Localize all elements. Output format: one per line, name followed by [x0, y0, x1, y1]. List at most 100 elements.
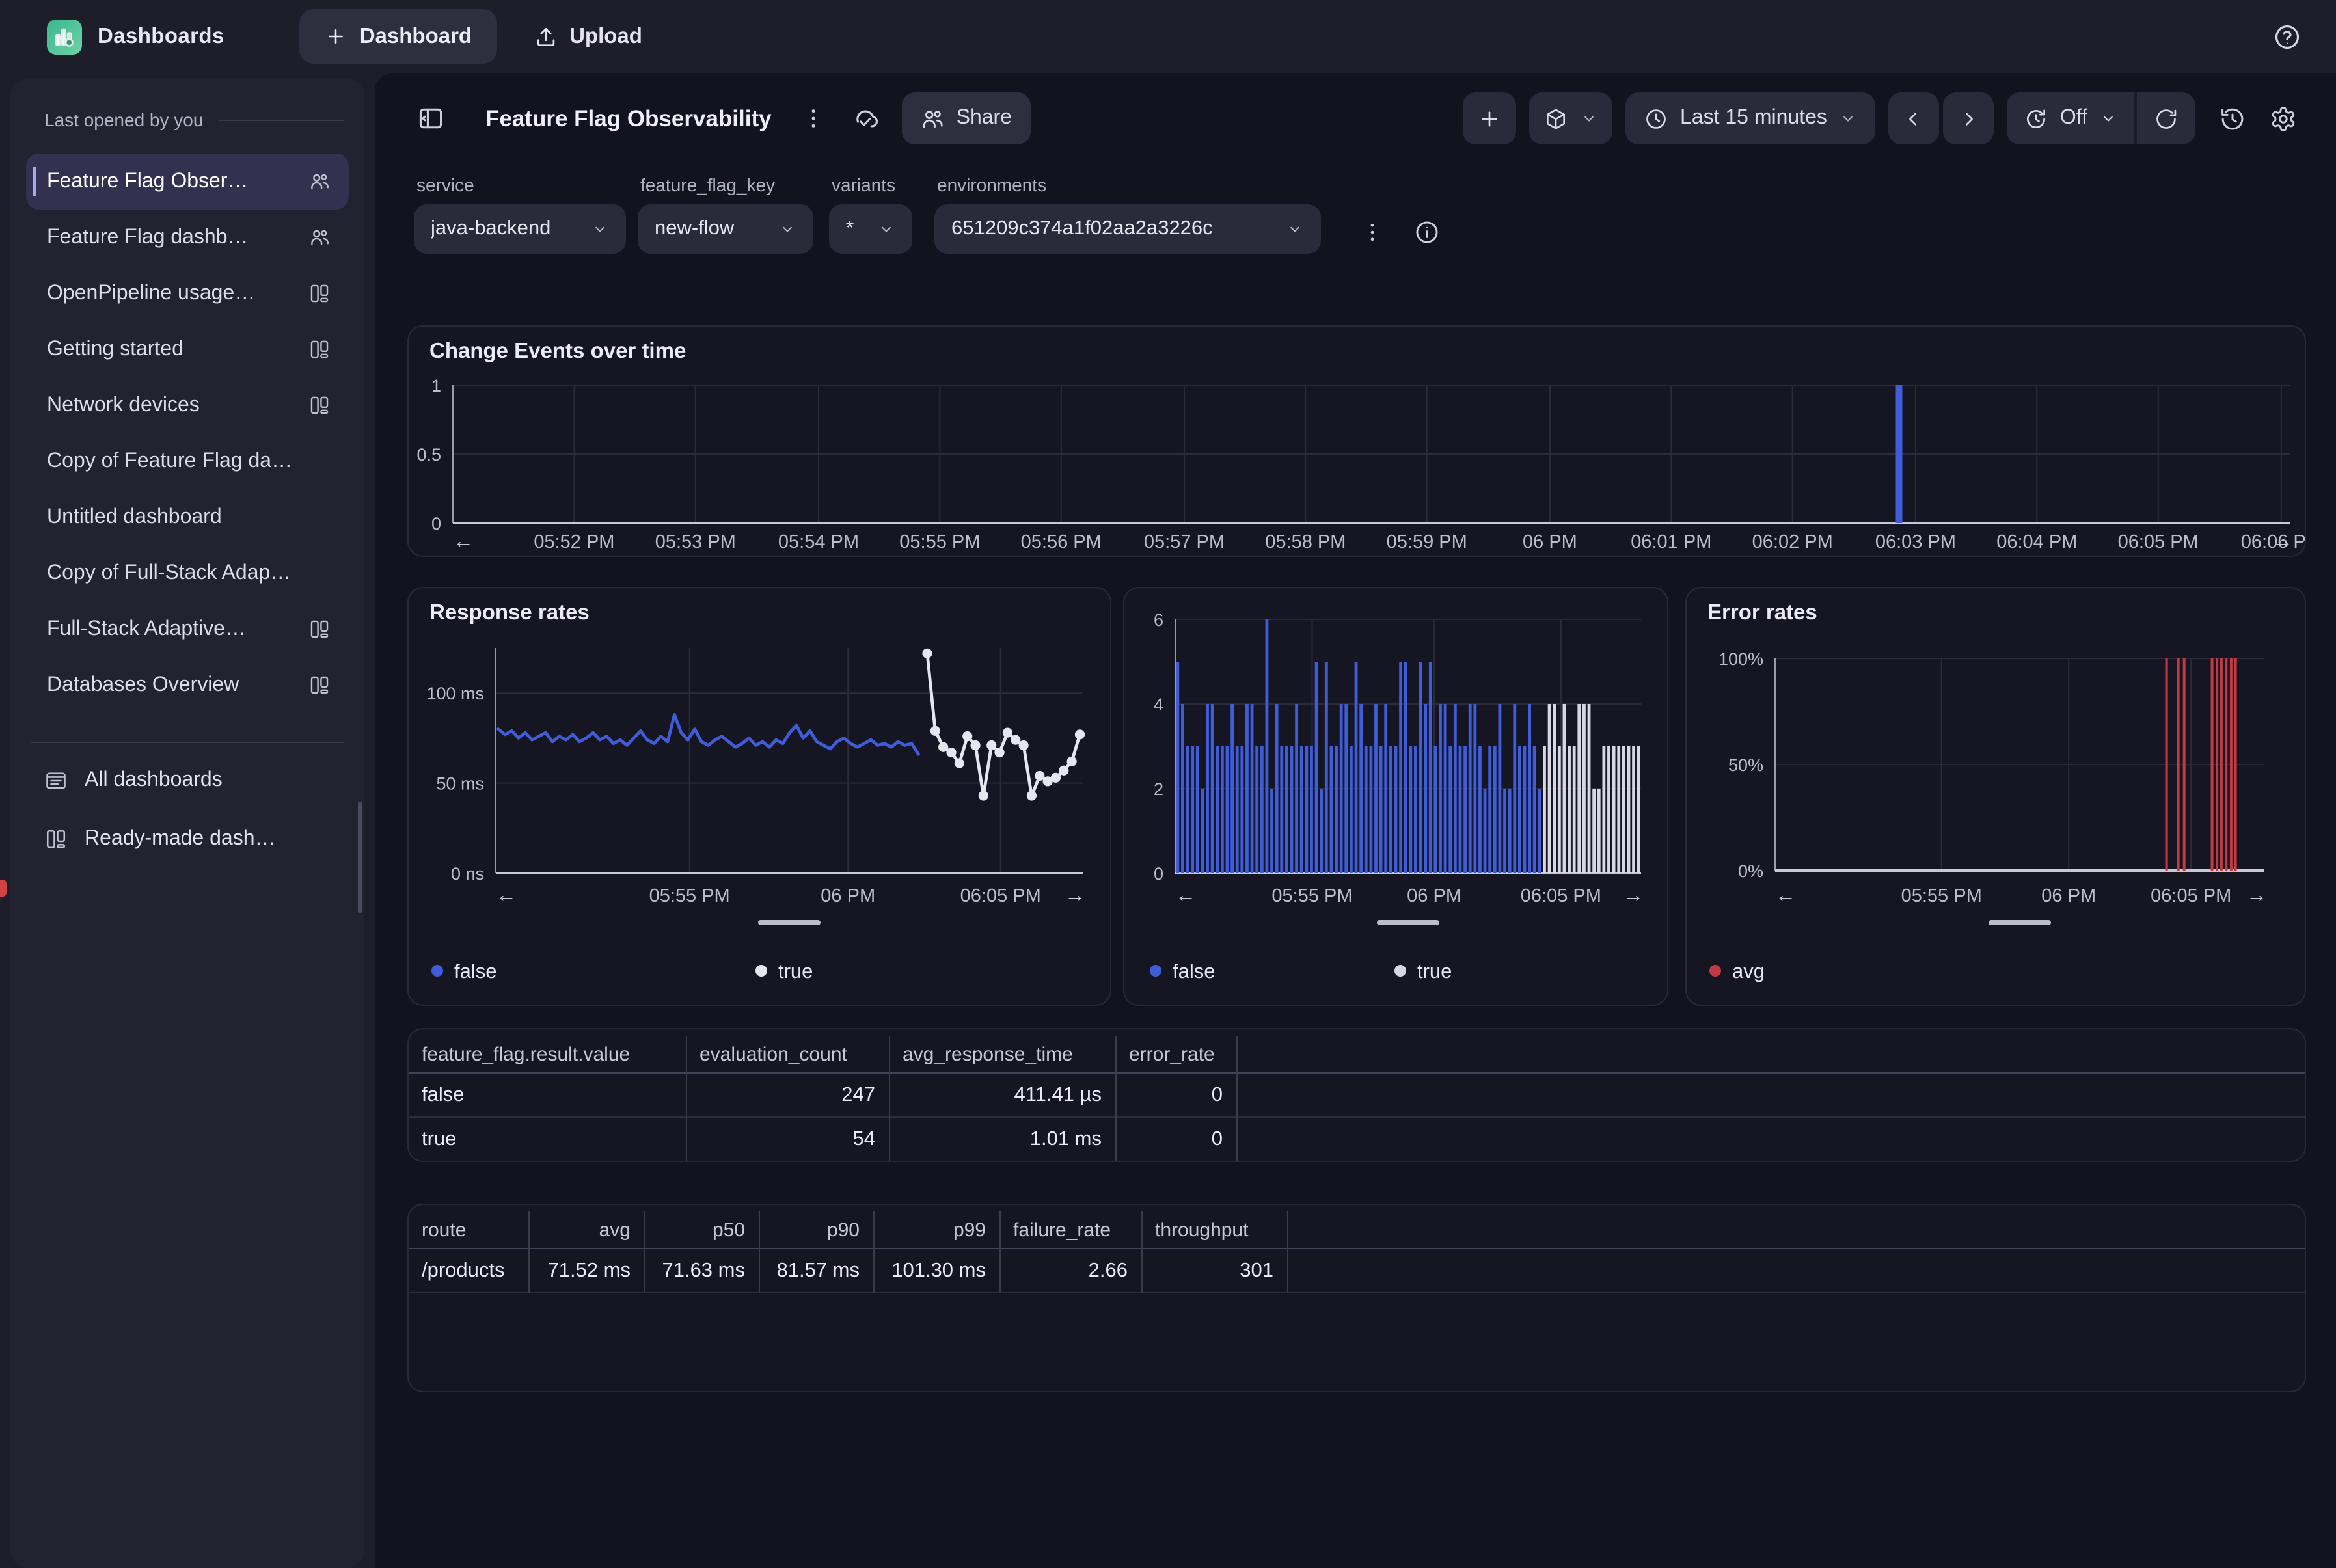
- data-point[interactable]: [970, 740, 980, 750]
- filter-select-service[interactable]: java-backend: [414, 204, 626, 254]
- filter-value: java-backend: [431, 217, 550, 241]
- filter-select-environments[interactable]: 651209c374a1f02aa2a3226c: [934, 204, 1321, 254]
- eval-bar-false: [1538, 789, 1541, 873]
- eval-bar-true: [1543, 746, 1546, 873]
- sidebar-item-2[interactable]: OpenPipeline usage…: [26, 265, 349, 321]
- pan-right-arrow[interactable]: →: [1623, 883, 1644, 906]
- eval-bar-true: [1637, 746, 1640, 873]
- eval-bar-true: [1627, 746, 1631, 873]
- filters-menu-button[interactable]: [1348, 208, 1395, 255]
- sidebar-item-1[interactable]: Feature Flag dashb…: [26, 210, 349, 265]
- sidebar-scrollbar[interactable]: [358, 802, 362, 913]
- auto-refresh-selector[interactable]: Off: [2007, 92, 2134, 144]
- filters-info-button[interactable]: [1403, 208, 1450, 255]
- time-shift-back-button[interactable]: [1888, 92, 1939, 144]
- x-axis-tick: 06:02 PM: [1752, 532, 1833, 552]
- table-row: /products71.52 ms71.63 ms81.57 ms101.30 …: [409, 1249, 2305, 1293]
- time-zoom-handle[interactable]: [1989, 920, 2051, 925]
- legend-item-true[interactable]: true: [755, 960, 813, 982]
- eval-bar-false: [1191, 746, 1194, 873]
- legend-item-false[interactable]: false: [431, 960, 496, 982]
- data-point[interactable]: [955, 759, 964, 768]
- sidebar-item-5[interactable]: Copy of Feature Flag da…: [26, 433, 349, 489]
- variables-dropdown[interactable]: [1529, 92, 1612, 144]
- data-point[interactable]: [986, 740, 996, 750]
- pan-right-arrow[interactable]: →: [2272, 529, 2293, 552]
- eval-bar-true: [1607, 746, 1610, 873]
- sidebar-item-4[interactable]: Network devices: [26, 377, 349, 433]
- data-point[interactable]: [1018, 740, 1028, 750]
- collapse-sidebar-button[interactable]: [407, 95, 454, 142]
- sidebar-item-8[interactable]: Full-Stack Adaptive…: [26, 601, 349, 657]
- data-point[interactable]: [979, 791, 988, 800]
- time-zoom-handle[interactable]: [758, 920, 821, 925]
- help-button[interactable]: [2272, 21, 2302, 51]
- filter-group-environments: environments651209c374a1f02aa2a3226c: [934, 174, 1321, 254]
- data-point[interactable]: [922, 649, 932, 658]
- filter-label: feature_flag_key: [640, 174, 813, 195]
- eval-bar-false: [1439, 704, 1442, 873]
- data-point[interactable]: [1075, 729, 1085, 739]
- data-point[interactable]: [1067, 757, 1077, 766]
- sidebar-item-label: Copy of Feature Flag da…: [47, 450, 331, 473]
- dashboard-icon: [308, 618, 331, 640]
- add-panel-button[interactable]: [1463, 92, 1516, 144]
- time-shift-forward-button[interactable]: [1943, 92, 1994, 144]
- data-point[interactable]: [946, 748, 956, 757]
- app-title: Dashboards: [98, 24, 224, 49]
- folder-icon: [44, 768, 68, 792]
- legend-item-avg[interactable]: avg: [1709, 960, 1765, 982]
- eval-bar-false: [1245, 704, 1249, 873]
- legend-item-false[interactable]: false: [1150, 960, 1215, 982]
- sidebar-footer-item-1[interactable]: Ready-made dash…: [26, 809, 349, 868]
- eval-bar-false: [1513, 704, 1516, 873]
- filter-select-variants[interactable]: *: [829, 204, 912, 254]
- filter-group-variants: variants*: [829, 174, 912, 254]
- pan-left-arrow[interactable]: ←: [1175, 883, 1196, 906]
- response-rates-chart: 05:55 PM06 PM06:05 PM←→100 ms50 ms0 nsfa…: [409, 588, 1110, 1005]
- sidebar-item-3[interactable]: Getting started: [26, 321, 349, 377]
- change-event-bar[interactable]: [1895, 385, 1902, 523]
- data-point[interactable]: [1011, 735, 1020, 745]
- pan-left-arrow[interactable]: ←: [1775, 883, 1796, 906]
- feature-flag-results-table: feature_flag.result.valueevaluation_coun…: [409, 1036, 2305, 1162]
- pan-right-arrow[interactable]: →: [1065, 883, 1085, 906]
- pan-left-arrow[interactable]: ←: [453, 529, 474, 552]
- sync-status-button[interactable]: [842, 95, 889, 142]
- sidebar-item-7[interactable]: Copy of Full-Stack Adap…: [26, 545, 349, 601]
- dashboard-menu-button[interactable]: [790, 95, 837, 142]
- data-point[interactable]: [1059, 766, 1068, 776]
- filter-select-feature_flag_key[interactable]: new-flow: [638, 204, 813, 254]
- panel-error-rates: Error rates 05:55 PM06 PM06:05 PM←→100%5…: [1685, 587, 2306, 1006]
- dashboard-icon: [308, 674, 331, 696]
- eval-bar-false: [1463, 746, 1467, 873]
- x-axis-tick: 05:52 PM: [534, 532, 614, 552]
- data-point[interactable]: [930, 726, 940, 736]
- sidebar-footer-item-0[interactable]: All dashboards: [26, 751, 349, 809]
- legend-item-true[interactable]: true: [1394, 960, 1452, 982]
- sidebar-item-0[interactable]: Feature Flag Obser…: [26, 154, 349, 210]
- filter-value: 651209c374a1f02aa2a3226c: [951, 217, 1213, 241]
- pan-left-arrow[interactable]: ←: [496, 883, 517, 906]
- time-range-selector[interactable]: Last 15 minutes: [1625, 92, 1875, 144]
- data-point[interactable]: [938, 742, 948, 752]
- data-point[interactable]: [962, 731, 972, 741]
- sidebar-item-9[interactable]: Databases Overview: [26, 657, 349, 713]
- history-button[interactable]: [2208, 95, 2255, 142]
- time-zoom-handle[interactable]: [1377, 920, 1439, 925]
- pan-right-arrow[interactable]: →: [2246, 883, 2267, 906]
- data-point[interactable]: [1027, 791, 1037, 800]
- settings-button[interactable]: [2259, 95, 2306, 142]
- filter-group-service: servicejava-backend: [414, 174, 626, 254]
- sidebar-item-6[interactable]: Untitled dashboard: [26, 489, 349, 545]
- refresh-now-button[interactable]: [2137, 92, 2195, 144]
- cell-p50: 71.63 ms: [644, 1249, 759, 1293]
- data-point[interactable]: [1051, 773, 1061, 783]
- data-point[interactable]: [1003, 727, 1012, 737]
- upload-button[interactable]: Upload: [517, 9, 658, 64]
- data-point[interactable]: [1035, 771, 1044, 781]
- share-button[interactable]: Share: [902, 92, 1030, 144]
- tab-new-dashboard[interactable]: Dashboard: [300, 9, 496, 64]
- gear-icon: [2269, 105, 2296, 132]
- data-point[interactable]: [994, 748, 1004, 757]
